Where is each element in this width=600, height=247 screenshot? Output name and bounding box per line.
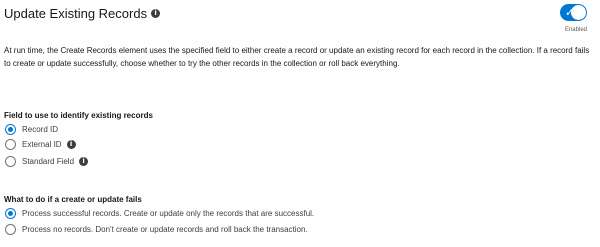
toggle-state-label: Enabled <box>564 27 587 33</box>
update-existing-toggle[interactable]: ✓ <box>560 4 587 21</box>
radio-label: Standard Field <box>22 157 75 166</box>
failure-behavior-label: What to do if a create or update fails <box>4 195 142 204</box>
radio-button[interactable] <box>5 208 16 219</box>
radio-option-external-id[interactable]: External ID i <box>5 139 76 150</box>
radio-option-record-id[interactable]: Record ID <box>5 124 58 135</box>
info-icon[interactable]: i <box>151 9 161 18</box>
radio-button[interactable] <box>5 139 16 150</box>
update-existing-toggle-wrapper: ✓ Enabled <box>560 4 587 33</box>
radio-option-process-none[interactable]: Process no records. Don't create or upda… <box>5 224 308 235</box>
identify-field-label: Field to use to identify existing record… <box>4 111 153 120</box>
update-existing-records-panel: Update Existing Records i ✓ Enabled At r… <box>0 0 600 247</box>
section-header: Update Existing Records i <box>4 6 161 21</box>
radio-option-process-successful[interactable]: Process successful records. Create or up… <box>5 208 314 219</box>
section-title: Update Existing Records <box>4 6 148 21</box>
radio-label: Process successful records. Create or up… <box>22 209 315 218</box>
radio-option-standard-field[interactable]: Standard Field i <box>5 156 89 167</box>
info-icon[interactable]: i <box>79 157 89 166</box>
radio-label: Record ID <box>22 125 59 134</box>
description-text: At run time, the Create Records element … <box>4 46 590 68</box>
toggle-knob <box>571 5 586 20</box>
radio-button[interactable] <box>5 224 16 235</box>
info-icon[interactable]: i <box>66 140 76 149</box>
radio-button[interactable] <box>5 124 16 135</box>
radio-button[interactable] <box>5 156 16 167</box>
radio-label: Process no records. Don't create or upda… <box>22 225 308 234</box>
radio-label: External ID <box>22 140 62 149</box>
